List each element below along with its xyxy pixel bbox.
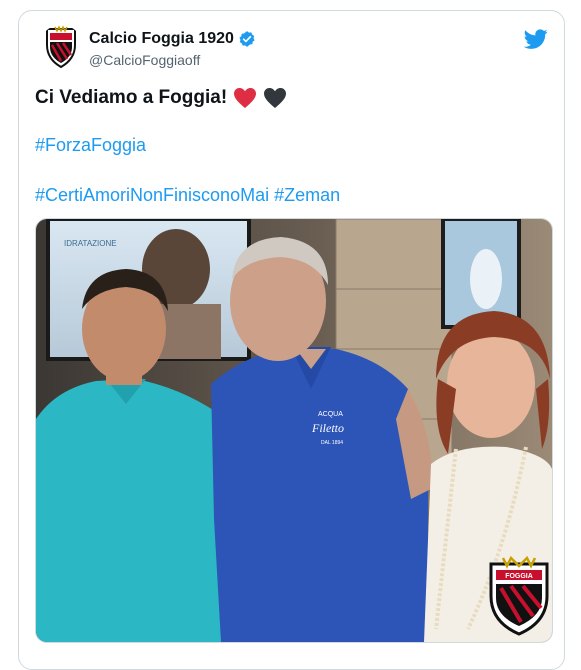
club-crest-icon	[46, 25, 76, 69]
hashtag-link[interactable]: #Zeman	[274, 185, 340, 206]
shirt-text-year: DAL 1894	[321, 440, 343, 446]
tweet-photo[interactable]: IDRATAZIONE ACQUA Filetto DAL 1894 FOGGI…	[35, 218, 553, 643]
black-heart-icon	[264, 88, 287, 108]
account-name-row[interactable]: Calcio Foggia 1920	[89, 30, 256, 48]
tweet-text: Ci Vediamo a Foggia!	[35, 87, 287, 109]
account-handle[interactable]: @CalcioFoggiaoff	[89, 52, 200, 68]
shirt-text-brand: ACQUA	[318, 411, 343, 418]
crest-label: FOGGIA	[505, 573, 533, 580]
tweet-text-content: Ci Vediamo a Foggia!	[35, 87, 228, 108]
screen-sign-text: IDRATAZIONE	[64, 239, 117, 248]
shirt-text-logo: Filetto	[311, 421, 344, 435]
display-name[interactable]: Calcio Foggia 1920	[89, 30, 234, 48]
hashtag-link[interactable]: #ForzaFoggia	[35, 135, 146, 156]
twitter-bird-icon[interactable]	[524, 27, 548, 51]
red-heart-icon	[234, 88, 257, 108]
verified-badge-icon	[239, 31, 255, 47]
photo-illustration: IDRATAZIONE ACQUA Filetto DAL 1894 FOGGI…	[36, 219, 552, 642]
hashtag-link[interactable]: #CertiAmoriNonFinisconoMai	[35, 185, 269, 206]
tweet-card[interactable]: Calcio Foggia 1920 @CalcioFoggiaoff Ci V…	[18, 10, 565, 670]
avatar[interactable]	[39, 25, 83, 69]
hashtag-row: #CertiAmoriNonFinisconoMai #Zeman	[35, 185, 340, 206]
